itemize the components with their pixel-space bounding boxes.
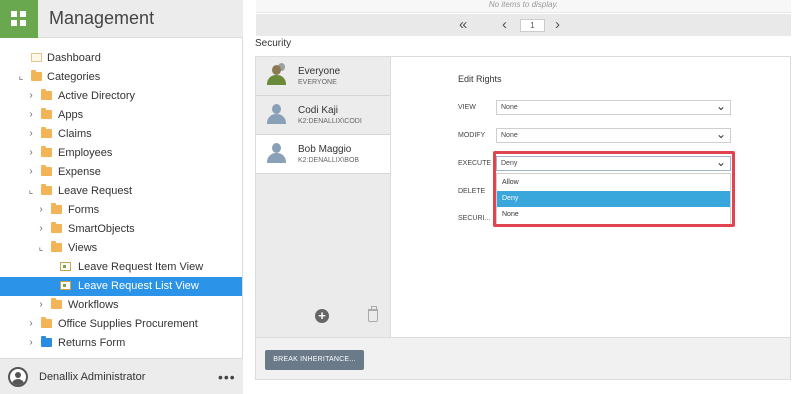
- security-user-codi[interactable]: Codi Kaji K2:DENALLIX\CODI: [256, 96, 390, 135]
- collapse-icon[interactable]: ⌞: [36, 243, 46, 253]
- edit-rights-title: Edit Rights: [458, 74, 502, 84]
- tree-item-leave-request-list-view[interactable]: Leave Request List View: [0, 277, 242, 296]
- tree-item-views[interactable]: ⌞ Views: [0, 239, 242, 258]
- sidebar: Management Dashboard ⌞ Categories › Acti…: [0, 0, 243, 394]
- pager: « ‹ 1 ›: [256, 14, 791, 36]
- group-icon: [266, 63, 286, 85]
- view-select[interactable]: None ⌄: [496, 99, 731, 115]
- security-users-list: Everyone EVERYONE Codi Kaji K2:DENALLIX\…: [256, 57, 391, 337]
- next-page-button[interactable]: ›: [555, 16, 560, 33]
- break-inheritance-button[interactable]: BREAK INHERITANCE...: [265, 350, 364, 370]
- tree-item-forms[interactable]: › Forms: [0, 201, 242, 220]
- security-label: SECURI...: [458, 215, 491, 222]
- chevron-down-icon: ⌄: [715, 99, 726, 113]
- tree-item-workflows[interactable]: › Workflows: [0, 296, 242, 315]
- chevron-down-icon: ⌄: [715, 127, 726, 141]
- previous-page-button[interactable]: ‹: [502, 16, 507, 33]
- current-user-name: Denallix Administrator: [39, 371, 146, 383]
- user-name: Everyone: [298, 66, 341, 77]
- user-id: EVERYONE: [298, 79, 337, 86]
- chevron-right-icon[interactable]: ›: [26, 110, 36, 120]
- app-grid-icon[interactable]: [0, 0, 38, 38]
- chevron-right-icon[interactable]: ›: [26, 338, 36, 348]
- view-icon: [60, 262, 71, 271]
- highlight-box: [493, 151, 735, 227]
- more-options-icon[interactable]: •••: [218, 369, 236, 385]
- tree-item-categories[interactable]: ⌞ Categories: [0, 68, 242, 87]
- chevron-right-icon[interactable]: ›: [26, 129, 36, 139]
- user-icon: [266, 104, 286, 124]
- user-avatar-icon[interactable]: [8, 367, 28, 387]
- item-list: No items to display.: [256, 0, 791, 13]
- user-name: Bob Maggio: [298, 144, 352, 155]
- chevron-right-icon[interactable]: ›: [26, 319, 36, 329]
- tree-item-claims[interactable]: › Claims: [0, 125, 242, 144]
- delete-user-icon[interactable]: [368, 306, 378, 322]
- modify-label: MODIFY: [458, 132, 486, 139]
- modify-select[interactable]: None ⌄: [496, 127, 731, 143]
- modify-select-value: None: [501, 132, 518, 139]
- folder-icon: [41, 336, 52, 347]
- tree-item-smartobjects[interactable]: › SmartObjects: [0, 220, 242, 239]
- tree-item-employees[interactable]: › Employees: [0, 144, 242, 163]
- tree-item-leave-request[interactable]: ⌞ Leave Request: [0, 182, 242, 201]
- tree-item-leave-request-item-view[interactable]: Leave Request Item View: [0, 258, 242, 277]
- folder-icon: [41, 89, 52, 100]
- security-title: Security: [255, 38, 292, 49]
- folder-icon: [41, 165, 52, 176]
- security-user-bob[interactable]: Bob Maggio K2:DENALLIX\BOB: [256, 135, 390, 174]
- collapse-icon[interactable]: ⌞: [26, 186, 36, 196]
- dashboard-icon: [31, 53, 42, 62]
- view-select-value: None: [501, 104, 518, 111]
- tree-item-active-directory[interactable]: › Active Directory: [0, 87, 242, 106]
- user-id: K2:DENALLIX\BOB: [298, 157, 360, 164]
- chevron-right-icon[interactable]: ›: [26, 148, 36, 158]
- folder-icon: [41, 108, 52, 119]
- chevron-right-icon[interactable]: ›: [26, 91, 36, 101]
- chevron-right-icon[interactable]: ›: [36, 224, 46, 234]
- tree-item-apps[interactable]: › Apps: [0, 106, 242, 125]
- collapse-icon[interactable]: ⌞: [16, 72, 26, 82]
- security-user-everyone[interactable]: Everyone EVERYONE: [256, 57, 390, 96]
- empty-list-message: No items to display.: [488, 0, 559, 9]
- tree-item-returns-form[interactable]: › Returns Form: [0, 334, 242, 353]
- view-label: VIEW: [458, 104, 476, 111]
- tree-item-dashboard[interactable]: Dashboard: [0, 49, 242, 68]
- delete-label: DELETE: [458, 188, 486, 195]
- tree-item-office-supplies[interactable]: › Office Supplies Procurement: [0, 315, 242, 334]
- folder-icon: [31, 70, 42, 81]
- folder-icon: [51, 298, 62, 309]
- folder-icon: [41, 317, 52, 328]
- first-page-button[interactable]: «: [459, 16, 467, 33]
- folder-icon: [41, 127, 52, 138]
- sidebar-header: Management: [0, 0, 243, 38]
- chevron-right-icon[interactable]: ›: [26, 167, 36, 177]
- chevron-right-icon[interactable]: ›: [36, 205, 46, 215]
- folder-icon: [51, 203, 62, 214]
- folder-icon: [41, 146, 52, 157]
- folder-icon: [41, 184, 52, 195]
- folder-icon: [51, 241, 62, 252]
- folder-icon: [51, 222, 62, 233]
- execute-label: EXECUTE: [458, 160, 492, 167]
- page-number-input[interactable]: 1: [520, 19, 545, 32]
- sidebar-title: Management: [49, 8, 155, 28]
- tree-item-expense[interactable]: › Expense: [0, 163, 242, 182]
- chevron-right-icon[interactable]: ›: [36, 300, 46, 310]
- user-name: Codi Kaji: [298, 105, 339, 116]
- user-id: K2:DENALLIX\CODI: [298, 118, 362, 125]
- add-user-icon[interactable]: +: [315, 309, 329, 323]
- view-icon: [60, 281, 71, 290]
- users-toolbar: +: [256, 297, 390, 337]
- sidebar-footer: Denallix Administrator •••: [0, 358, 243, 394]
- user-icon: [266, 143, 286, 163]
- security-footer: BREAK INHERITANCE...: [256, 337, 790, 379]
